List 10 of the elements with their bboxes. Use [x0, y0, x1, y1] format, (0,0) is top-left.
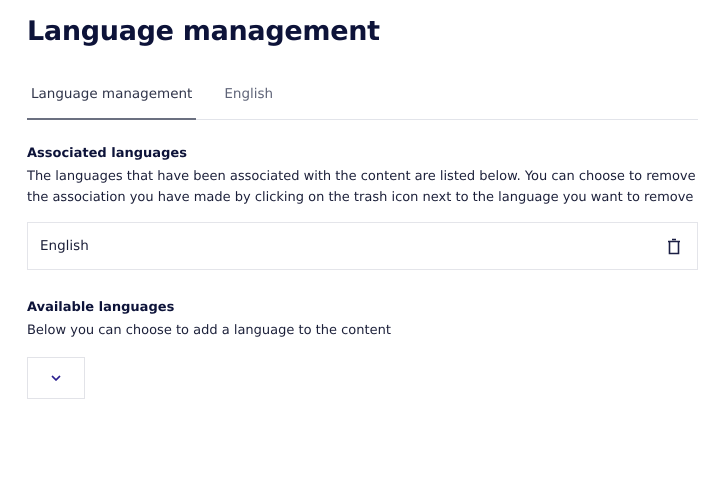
section-description: The languages that have been associated with the content are listed below. You can choose to remove the association you have made by clicking on the trash icon next to the language you want to remove	[27, 168, 697, 207]
page-title: Language management	[27, 15, 381, 49]
language-name: English	[40, 238, 89, 254]
section-description: Below you can choose to add a language to the content	[27, 322, 392, 340]
section-heading: Available languages	[27, 299, 176, 317]
tab[interactable]: Language management	[27, 78, 196, 120]
chevron-down-icon	[51, 375, 61, 381]
tab[interactable]: English	[220, 78, 278, 120]
section-heading: Associated languages	[27, 145, 188, 163]
trash-icon[interactable]	[667, 238, 681, 254]
